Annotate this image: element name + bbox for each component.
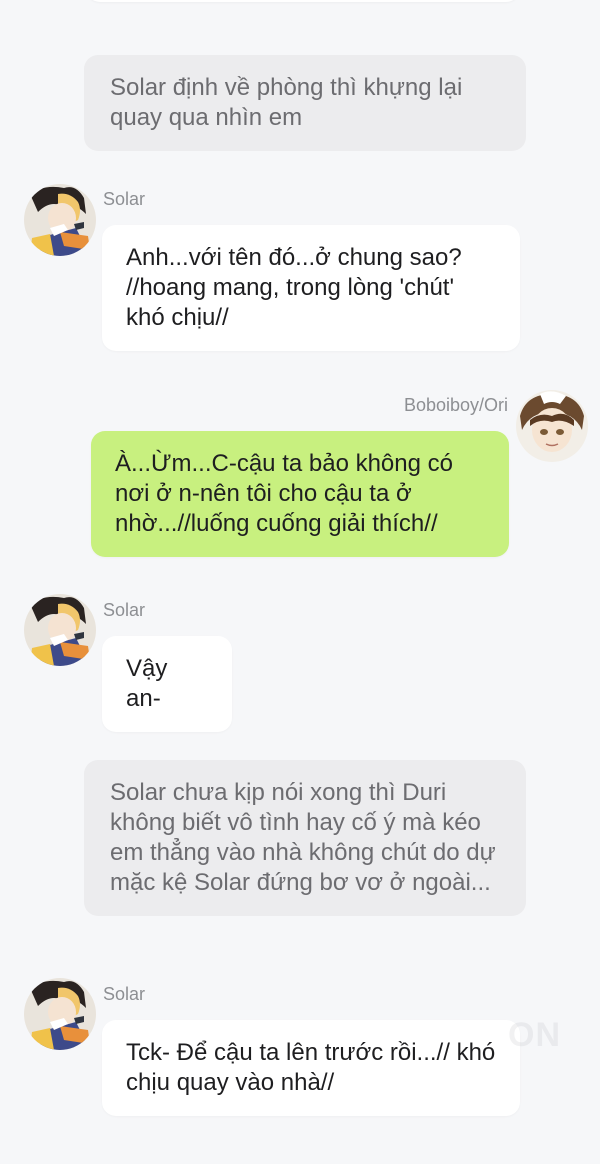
- speaker-name: Boboiboy/Ori: [403, 395, 508, 415]
- previous-message-bubble: [86, 0, 520, 2]
- user-message-bubble[interactable]: À...Ừm...C-cậu ta bảo không có nơi ở n-n…: [91, 431, 509, 557]
- solar-avatar-image: [24, 594, 96, 666]
- narration-box: Solar chưa kịp nói xong thì Duri không b…: [84, 760, 526, 916]
- chat-thread[interactable]: Solar định về phòng thì khựng lại quay q…: [0, 0, 600, 1164]
- watermark: ON: [508, 1016, 561, 1054]
- speaker-name: Solar: [103, 600, 146, 620]
- solar-avatar[interactable]: [24, 978, 96, 1050]
- solar-avatar-image: [24, 978, 96, 1050]
- speaker-name: Solar: [103, 189, 146, 209]
- solar-avatar[interactable]: [24, 184, 96, 256]
- message-bubble[interactable]: Tck- Để cậu ta lên trước rồi...// khó ch…: [102, 1020, 520, 1116]
- solar-avatar[interactable]: [24, 594, 96, 666]
- speaker-name: Solar: [103, 984, 146, 1004]
- message-bubble[interactable]: Vậy an-: [102, 636, 232, 732]
- message-bubble[interactable]: Anh...với tên đó...ở chung sao? //hoang …: [102, 225, 520, 351]
- narration-box: Solar định về phòng thì khựng lại quay q…: [84, 55, 526, 151]
- boboiboy-avatar[interactable]: [516, 390, 588, 462]
- boboiboy-avatar-image: [516, 390, 588, 462]
- solar-avatar-image: [24, 184, 96, 256]
